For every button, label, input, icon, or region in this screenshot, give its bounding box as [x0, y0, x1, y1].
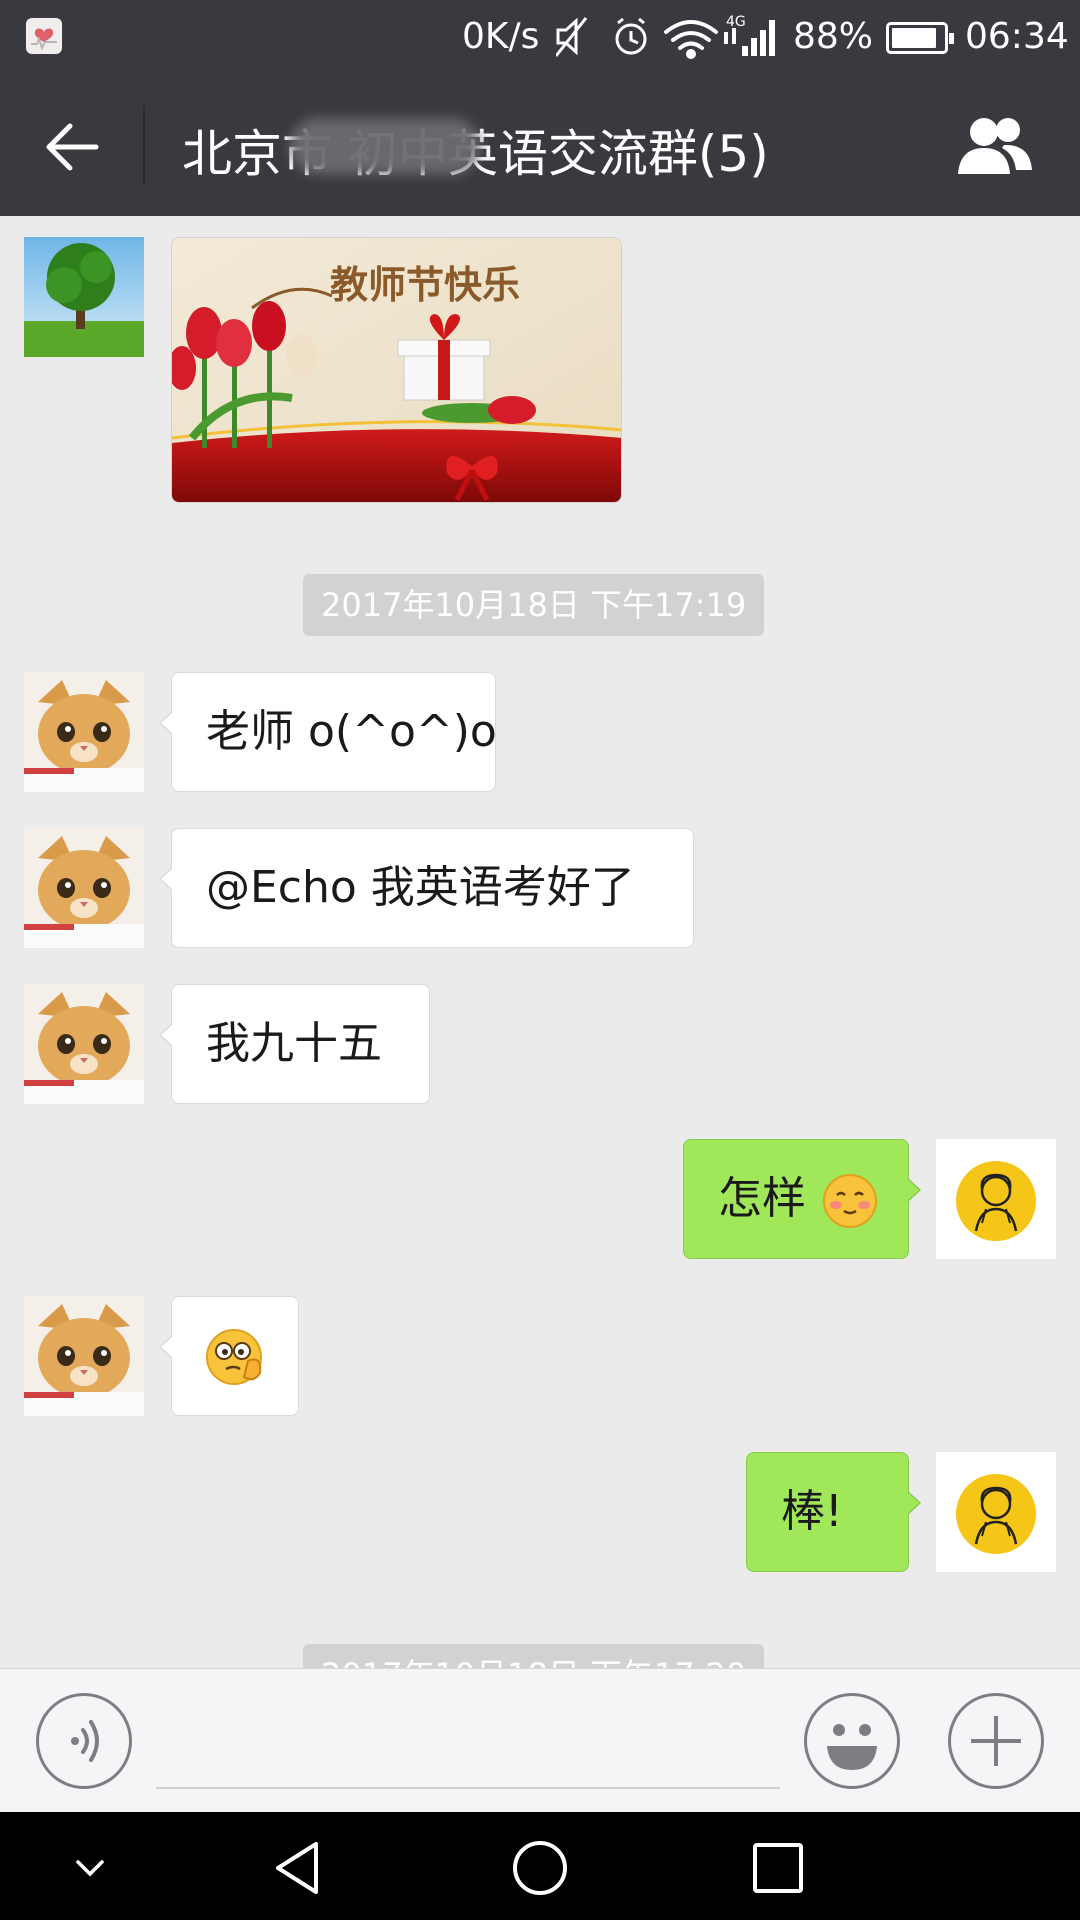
arrow-left-icon[interactable]	[40, 114, 106, 180]
avatar-cat[interactable]	[24, 984, 144, 1104]
emoji-button[interactable]	[804, 1693, 900, 1789]
battery-percent: 88%	[793, 16, 874, 57]
title-bar: 北京市 初中英语交流群(5)	[0, 74, 1080, 216]
avatar-cat[interactable]	[24, 1296, 144, 1416]
message-bubble-outgoing[interactable]: 棒!	[746, 1452, 921, 1572]
status-icons: 4G	[556, 14, 775, 59]
back-triangle-icon[interactable]	[270, 1838, 330, 1898]
message-bubble-outgoing[interactable]: 怎样	[683, 1139, 921, 1259]
card-text: 教师节快乐	[330, 262, 520, 307]
voice-icon	[71, 1720, 99, 1762]
status-bar: 0K/s 4G 88% 06:34	[0, 0, 1080, 74]
battery-icon	[886, 22, 954, 54]
svg-text:4G: 4G	[726, 14, 746, 30]
wave-face-icon	[206, 1329, 262, 1385]
network-speed: 0K/s	[462, 16, 540, 57]
input-underline	[156, 1787, 780, 1789]
chat-area[interactable]: 教师节快乐 2017年10月18日 下午17:19 老师 o(^o^)o @Ec…	[0, 216, 1080, 1668]
smiley-icon	[827, 1724, 877, 1770]
recents-square-icon[interactable]	[748, 1838, 808, 1898]
avatar-cat[interactable]	[24, 828, 144, 948]
system-nav-bar	[0, 1812, 1080, 1920]
chevron-down-icon[interactable]	[60, 1838, 120, 1898]
timestamp: 2017年10月18日 下午17:20	[303, 1644, 765, 1668]
cat-icon	[24, 984, 144, 1104]
plus-icon	[971, 1716, 1021, 1766]
signal-icon: 4G	[724, 14, 775, 56]
cat-icon	[24, 1296, 144, 1416]
input-bar	[0, 1668, 1080, 1812]
cat-icon	[24, 828, 144, 948]
avatar-tree[interactable]	[24, 237, 144, 357]
home-circle-icon[interactable]	[510, 1838, 570, 1898]
voice-button[interactable]	[36, 1693, 132, 1789]
message-bubble[interactable]: @Echo 我英语考好了	[159, 828, 694, 948]
avatar-me[interactable]	[936, 1139, 1056, 1259]
girl-icon	[936, 1139, 1056, 1259]
message-text: 怎样	[718, 1173, 806, 1224]
clock: 06:34	[965, 16, 1069, 57]
health-app-icon	[26, 18, 62, 54]
timestamp: 2017年10月18日 下午17:19	[303, 574, 765, 636]
girl-icon	[936, 1452, 1056, 1572]
alarm-icon	[615, 17, 647, 55]
avatar-me[interactable]	[936, 1452, 1056, 1572]
wifi-icon	[664, 20, 718, 59]
message-input[interactable]	[160, 1709, 778, 1779]
greeting-card-image[interactable]: 教师节快乐	[171, 237, 622, 503]
message-bubble[interactable]: 老师 o(^o^)o	[159, 672, 497, 792]
message-bubble[interactable]: 我九十五	[159, 984, 430, 1104]
redaction-blur	[290, 118, 480, 174]
message-bubble-emoji[interactable]	[159, 1296, 299, 1416]
cat-icon	[24, 672, 144, 792]
avatar-cat[interactable]	[24, 672, 144, 792]
plus-button[interactable]	[948, 1693, 1044, 1789]
people-icon[interactable]	[952, 112, 1036, 178]
mute-icon	[556, 17, 588, 57]
blush-face-icon	[823, 1174, 877, 1228]
title-divider	[143, 106, 145, 184]
